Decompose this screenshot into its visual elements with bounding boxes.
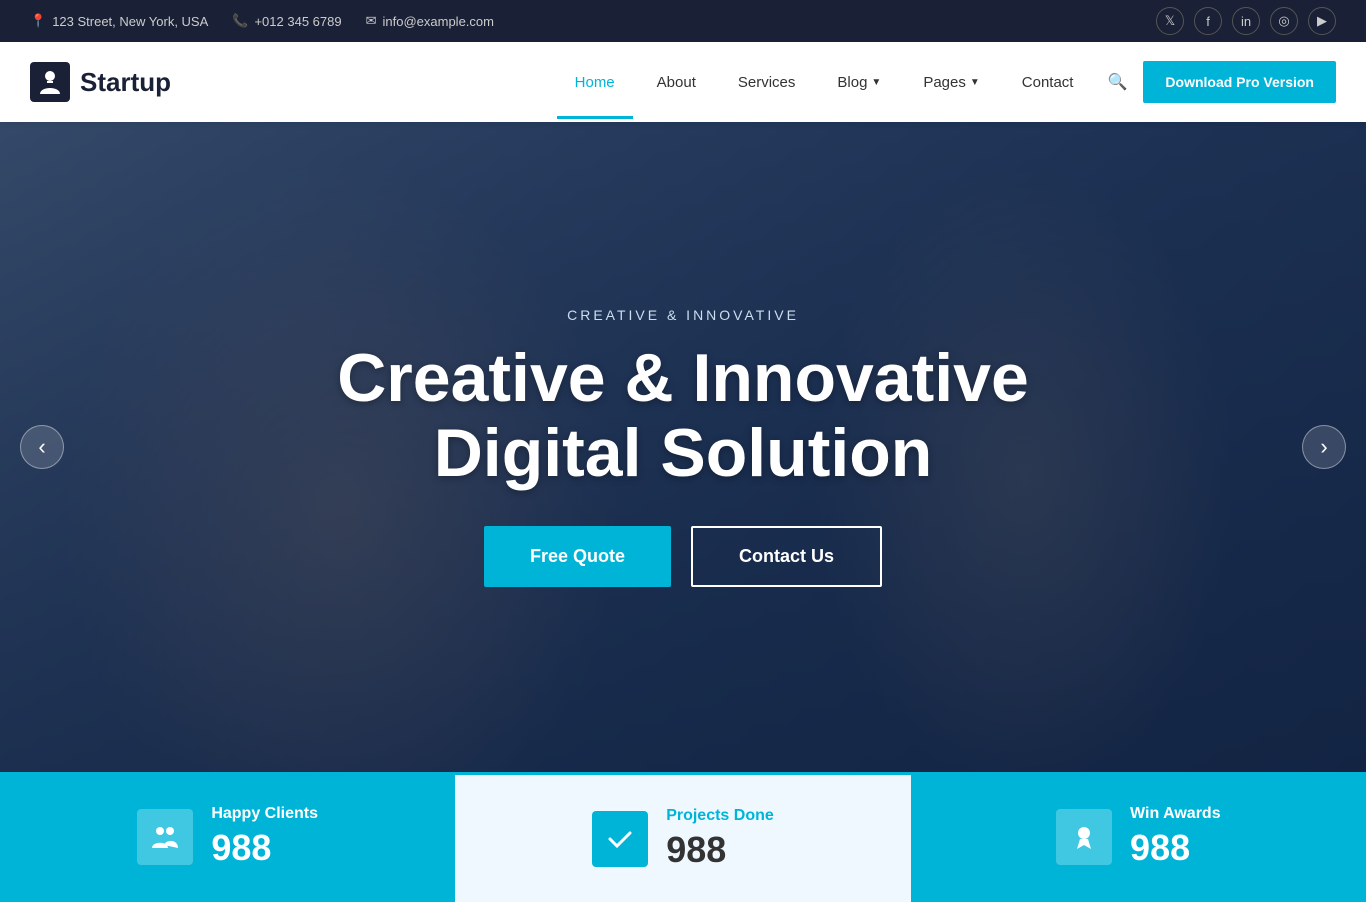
- projects-done-icon: [592, 811, 648, 867]
- address-info: 📍 123 Street, New York, USA: [30, 13, 208, 29]
- projects-done-number: 988: [666, 829, 774, 871]
- logo-icon: [30, 62, 70, 102]
- top-bar-contact-info: 📍 123 Street, New York, USA 📞 +012 345 6…: [30, 13, 494, 29]
- navbar: Startup Home About Services Blog ▼ Pages…: [0, 42, 1366, 122]
- instagram-icon[interactable]: ◎: [1270, 7, 1298, 35]
- logo-text: Startup: [80, 67, 171, 98]
- download-pro-button[interactable]: Download Pro Version: [1143, 61, 1336, 103]
- pages-dropdown-arrow: ▼: [970, 77, 980, 88]
- stats-bar: Happy Clients 988 Projects Done 988 Win …: [0, 772, 1366, 902]
- win-awards-label: Win Awards: [1130, 805, 1221, 823]
- happy-clients-number: 988: [211, 827, 318, 869]
- projects-done-label: Projects Done: [666, 807, 774, 825]
- carousel-next-button[interactable]: ›: [1302, 425, 1346, 469]
- phone-icon: 📞: [232, 13, 248, 29]
- email-icon: ✉: [366, 13, 377, 29]
- nav-contact[interactable]: Contact: [1004, 46, 1092, 119]
- location-icon: 📍: [30, 13, 46, 29]
- nav-about[interactable]: About: [639, 46, 714, 119]
- nav-blog[interactable]: Blog ▼: [819, 46, 899, 119]
- site-logo[interactable]: Startup: [30, 62, 171, 102]
- stats-happy-clients: Happy Clients 988: [0, 772, 455, 902]
- hero-subtitle: CREATIVE & INNOVATIVE: [337, 307, 1029, 323]
- nav-home[interactable]: Home: [557, 46, 633, 119]
- phone-info: 📞 +012 345 6789: [232, 13, 341, 29]
- projects-done-text: Projects Done 988: [666, 807, 774, 871]
- youtube-icon[interactable]: ▶: [1308, 7, 1336, 35]
- happy-clients-icon: [137, 809, 193, 865]
- win-awards-icon: [1056, 809, 1112, 865]
- hero-title-line1: Creative & Innovative: [337, 340, 1029, 416]
- hero-title-line2: Digital Solution: [434, 415, 933, 491]
- hero-buttons: Free Quote Contact Us: [337, 526, 1029, 587]
- nav-services[interactable]: Services: [720, 46, 814, 119]
- hero-content: CREATIVE & INNOVATIVE Creative & Innovat…: [337, 307, 1029, 588]
- hero-title: Creative & Innovative Digital Solution: [337, 341, 1029, 491]
- carousel-prev-button[interactable]: ‹: [20, 425, 64, 469]
- social-links: 𝕏 f in ◎ ▶: [1156, 7, 1336, 35]
- blog-dropdown-arrow: ▼: [871, 77, 881, 88]
- win-awards-number: 988: [1130, 827, 1221, 869]
- nav-pages[interactable]: Pages ▼: [905, 46, 997, 119]
- nav-links: Home About Services Blog ▼ Pages ▼ Conta…: [557, 46, 1336, 119]
- stats-projects-done: Projects Done 988: [455, 772, 910, 902]
- top-bar: 📍 123 Street, New York, USA 📞 +012 345 6…: [0, 0, 1366, 42]
- email-text: info@example.com: [383, 14, 494, 29]
- hero-section: ‹ › CREATIVE & INNOVATIVE Creative & Inn…: [0, 122, 1366, 772]
- twitter-icon[interactable]: 𝕏: [1156, 7, 1184, 35]
- email-info: ✉ info@example.com: [366, 13, 494, 29]
- search-icon[interactable]: 🔍: [1097, 72, 1137, 92]
- happy-clients-text: Happy Clients 988: [211, 805, 318, 869]
- address-text: 123 Street, New York, USA: [52, 14, 208, 29]
- linkedin-icon[interactable]: in: [1232, 7, 1260, 35]
- contact-us-button[interactable]: Contact Us: [691, 526, 882, 587]
- free-quote-button[interactable]: Free Quote: [484, 526, 671, 587]
- win-awards-text: Win Awards 988: [1130, 805, 1221, 869]
- happy-clients-label: Happy Clients: [211, 805, 318, 823]
- phone-text: +012 345 6789: [254, 14, 341, 29]
- stats-win-awards: Win Awards 988: [911, 772, 1366, 902]
- facebook-icon[interactable]: f: [1194, 7, 1222, 35]
